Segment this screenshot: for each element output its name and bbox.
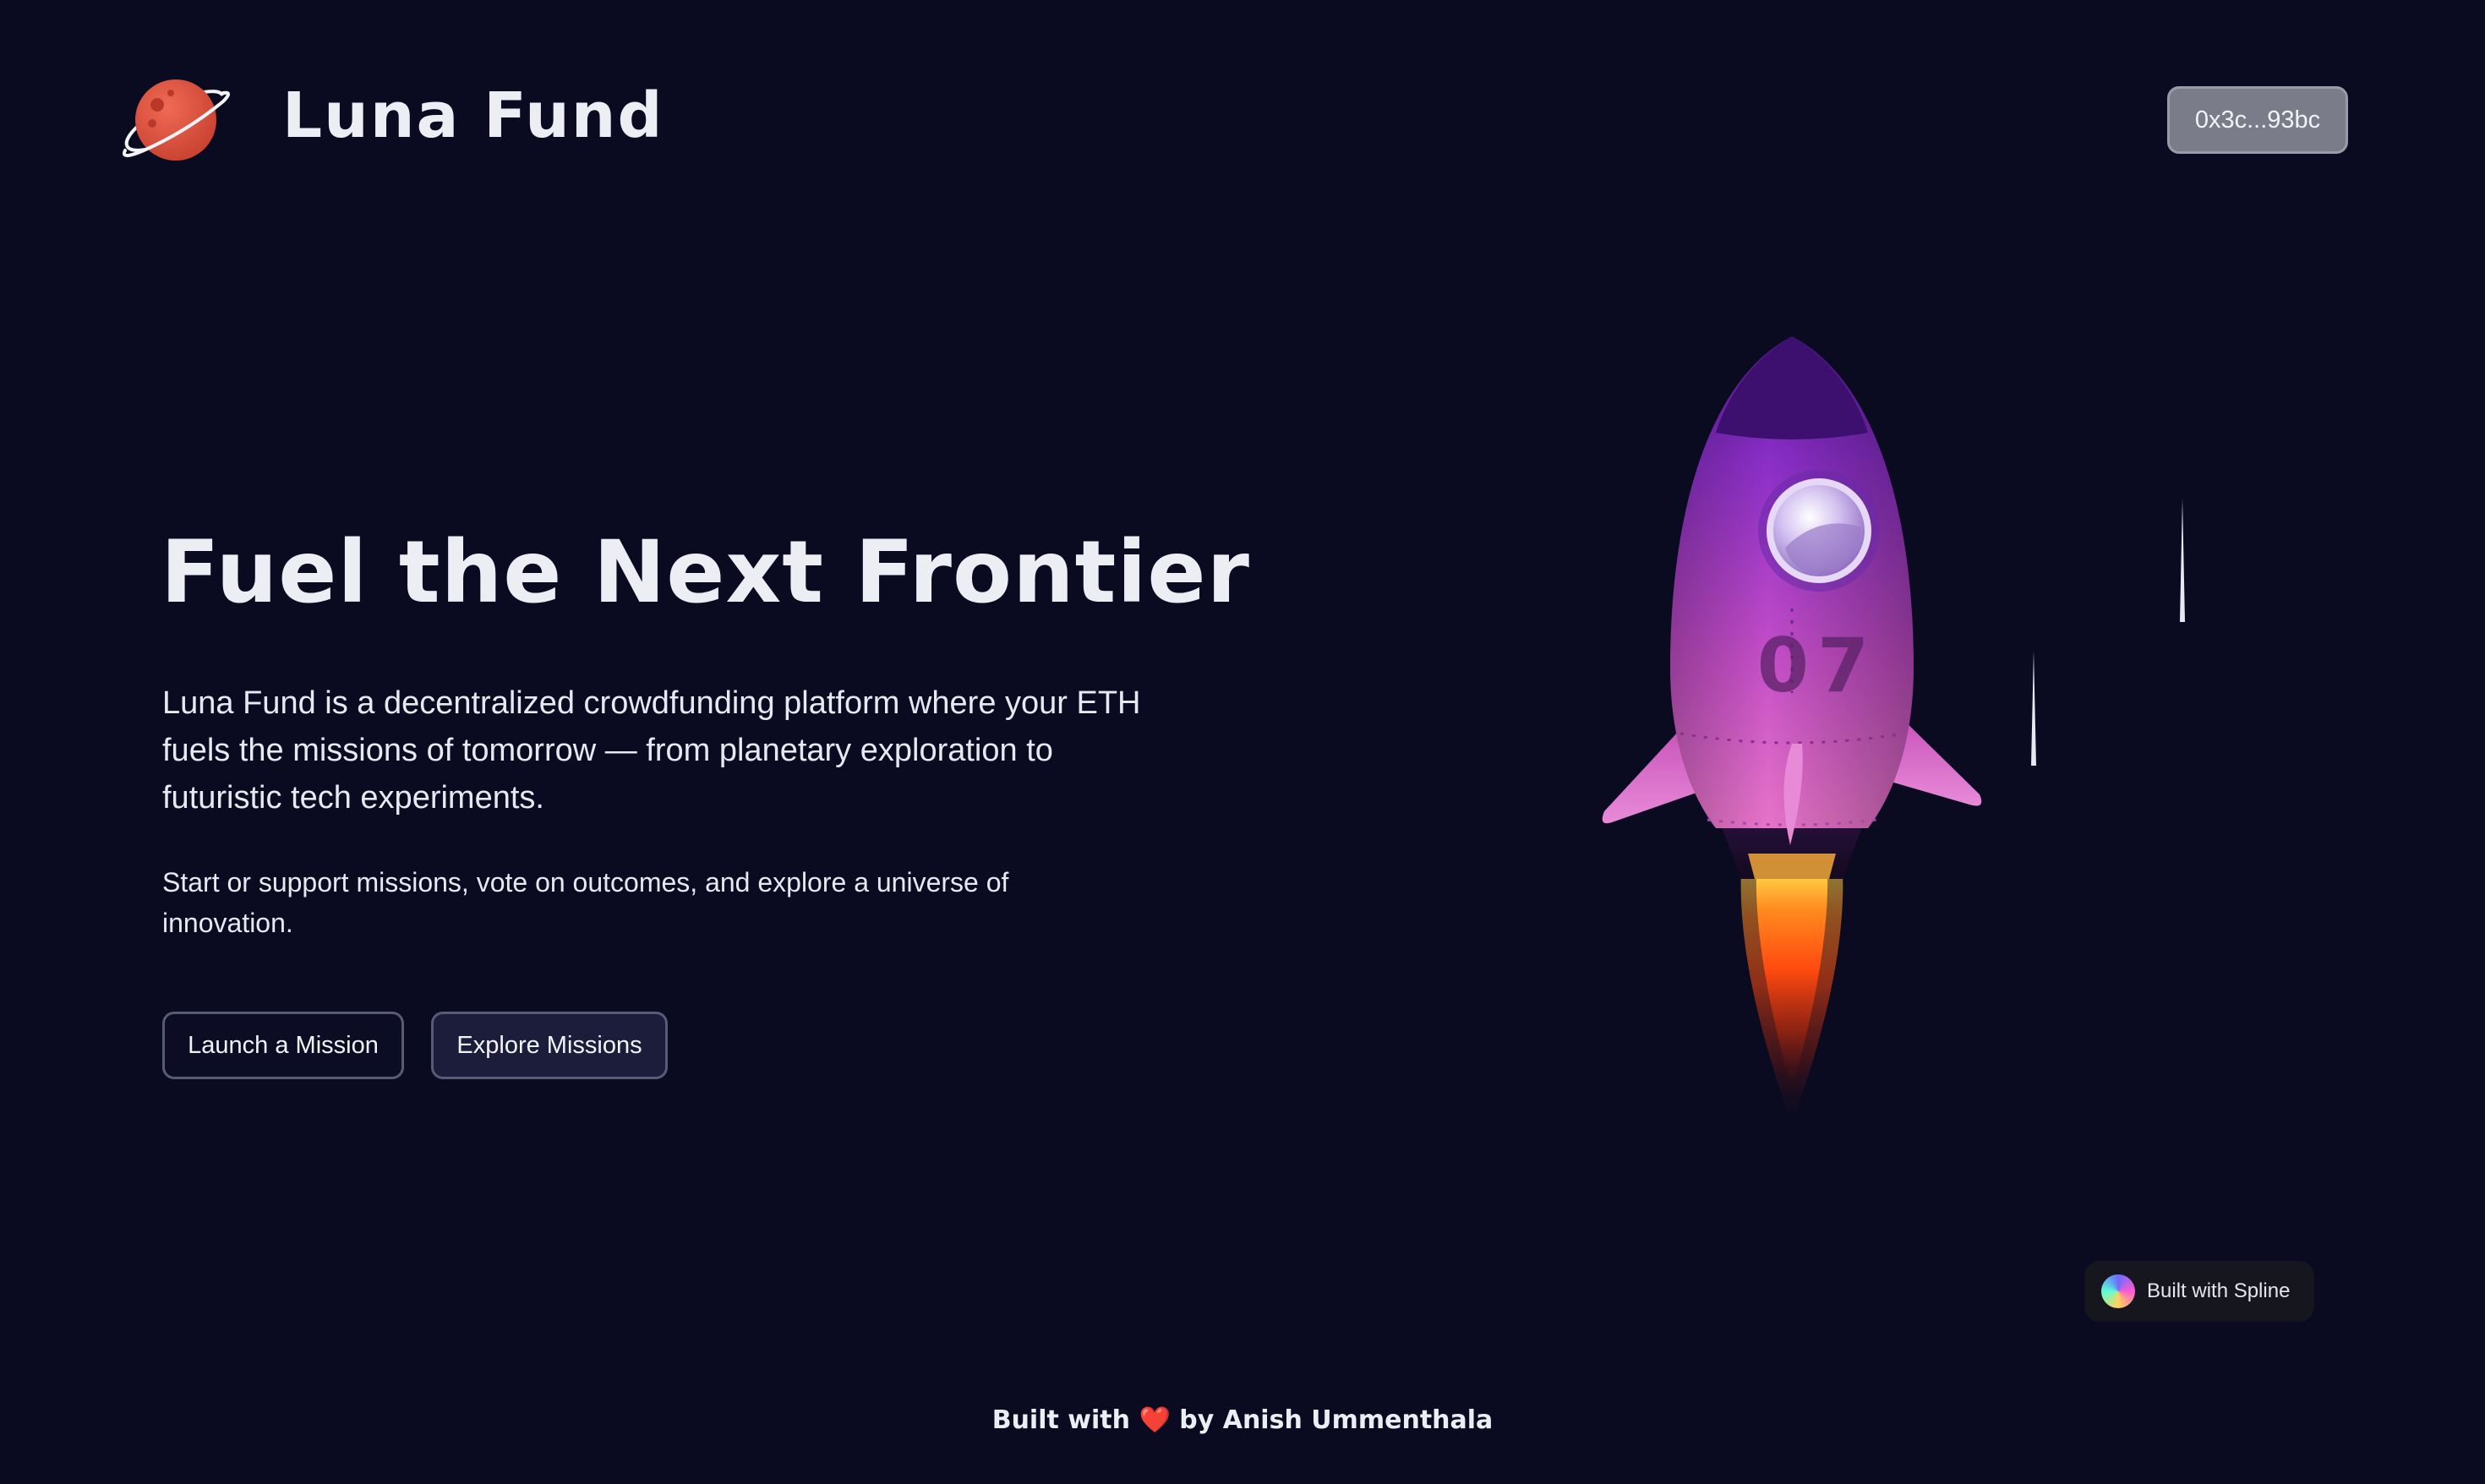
hero-subtext: Start or support missions, vote on outco… xyxy=(162,867,1009,938)
rocket-illustration: 07 xyxy=(1602,336,1982,1124)
planet-logo-icon[interactable] xyxy=(118,73,232,169)
wallet-address-button[interactable]: 0x3c...93bc xyxy=(2167,86,2348,154)
heart-icon: ❤️ xyxy=(1139,1405,1171,1435)
footer-credit: Built with ❤️ by Anish Ummenthala xyxy=(0,1408,2485,1433)
rocket-flame xyxy=(1740,870,1843,1124)
built-with-spline-badge[interactable]: Built with Spline xyxy=(2084,1261,2314,1322)
explore-missions-button[interactable]: Explore Missions xyxy=(431,1012,668,1079)
hero-description: Luna Fund is a decentralized crowdfundin… xyxy=(162,685,1141,816)
spline-badge-label: Built with Spline xyxy=(2147,1279,2291,1302)
footer-suffix: by Anish Ummenthala xyxy=(1179,1405,1494,1435)
brand-name: Luna Fund xyxy=(282,79,664,152)
launch-mission-button[interactable]: Launch a Mission xyxy=(162,1012,404,1079)
speed-streak xyxy=(2031,651,2036,766)
speed-streak xyxy=(2180,499,2185,622)
spline-logo-icon xyxy=(2101,1274,2135,1308)
hero-title: Fuel the Next Frontier xyxy=(161,522,1250,623)
footer-prefix: Built with xyxy=(991,1405,1130,1435)
rocket-number: 07 xyxy=(1757,622,1877,709)
